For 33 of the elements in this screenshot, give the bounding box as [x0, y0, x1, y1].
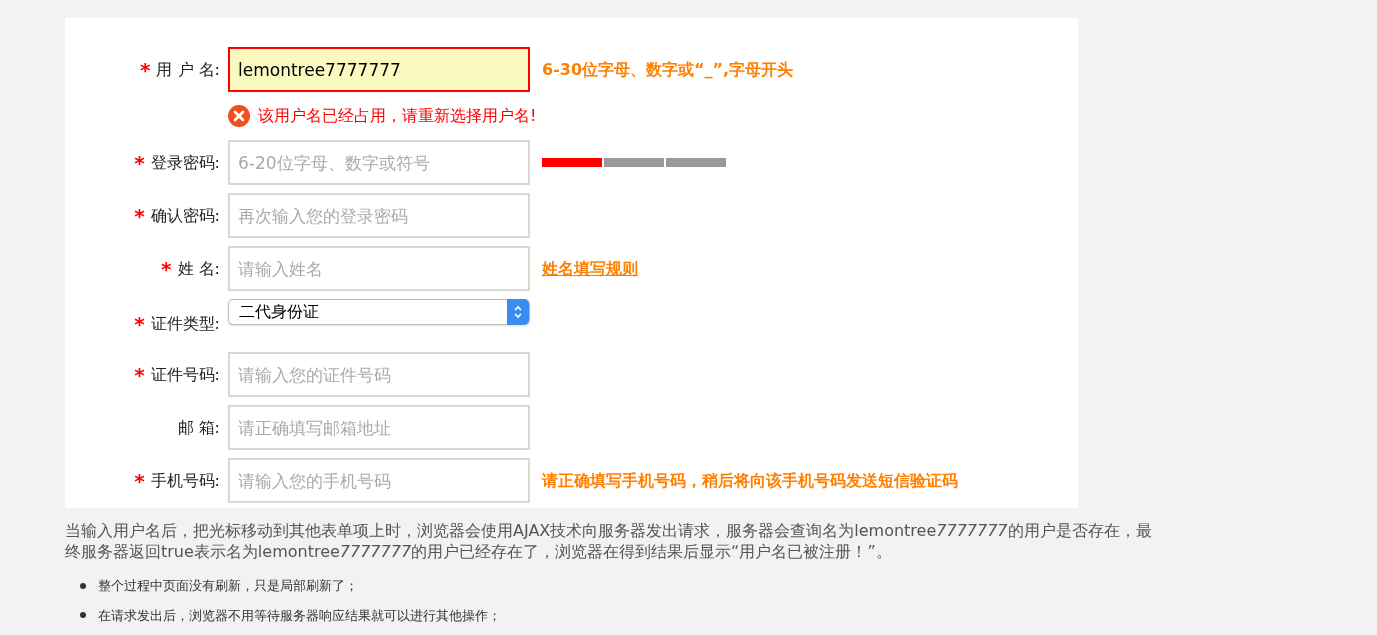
bullet-icon — [80, 612, 86, 619]
required-mark: * — [139, 59, 151, 80]
field-label: 邮 箱: — [177, 416, 220, 439]
hint-text: 6-30位字母、数字或“_”,字母开头 — [542, 58, 794, 81]
input-field[interactable]: 再次输入您的登录密码 — [228, 193, 530, 238]
input-field[interactable]: 6-20位字母、数字或符号 — [228, 140, 530, 185]
field-label: 证件号码: — [150, 363, 220, 386]
field-label: 手机号码: — [150, 469, 220, 492]
error-icon — [228, 105, 250, 127]
field-label: 证件类型: — [150, 313, 220, 335]
required-mark: * — [134, 364, 145, 385]
field-label: 登录密码: — [150, 151, 220, 174]
required-mark: * — [134, 470, 145, 491]
bullet-text: 在请求发出后，浏览器不用等待服务器响应结果就可以进行其他操作； — [98, 606, 501, 625]
required-mark: * — [134, 314, 145, 334]
input-field[interactable]: lemontree7777777 — [228, 47, 530, 92]
bullet-icon — [80, 582, 86, 589]
input-field[interactable]: 请输入姓名 — [228, 246, 530, 291]
input-field[interactable]: 请输入您的证件号码 — [228, 352, 530, 397]
required-mark: * — [161, 258, 172, 279]
field-label: 确认密码: — [150, 204, 220, 227]
bullet-text: 整个过程中页面没有刷新，只是局部刷新了； — [98, 577, 358, 595]
required-mark: * — [134, 205, 145, 226]
field-label: 姓 名: — [177, 257, 220, 280]
explanation-paragraph: 当输入用户名后，把光标移动到其他表单项上时，浏览器会使用AJAX技术向服务器发出请求，服务器会查询名为lemontree7777777的用户是否存在，最终服务器返回true表示名为lemontree7777777的用户已经存在了，浏览器在得到结果后显示“用户名已被注册！”。 — [65, 520, 1153, 562]
stepper-icon — [507, 299, 529, 325]
input-field[interactable]: 请输入您的手机号码 — [228, 458, 530, 503]
hint-text: 请正确填写手机号码，稍后将向该手机号码发送短信验证码 — [542, 469, 958, 492]
error-message: 该用户名已经占用，请重新选择用户名! — [258, 105, 537, 127]
id-type-select[interactable]: 二代身份证 — [228, 299, 530, 325]
input-field[interactable]: 请正确填写邮箱地址 — [228, 405, 530, 450]
required-mark: * — [134, 152, 145, 173]
field-label: 用 户 名: — [156, 58, 220, 81]
